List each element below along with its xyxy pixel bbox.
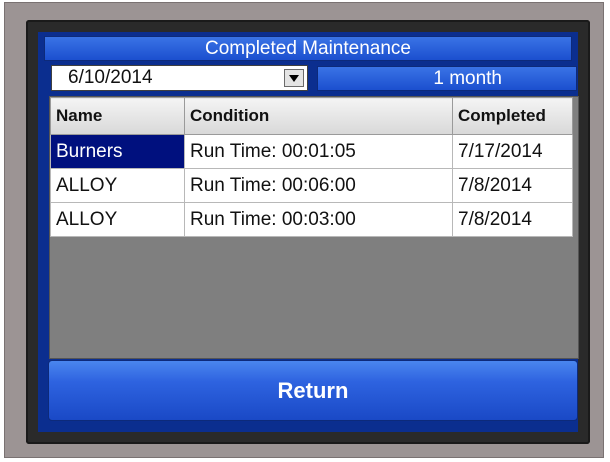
cell-completed[interactable]: 7/8/2014: [452, 168, 573, 203]
column-header-completed[interactable]: Completed: [452, 97, 573, 135]
cell-name[interactable]: ALLOY: [50, 202, 185, 237]
column-header-name[interactable]: Name: [50, 97, 185, 135]
cell-name[interactable]: Burners: [50, 134, 185, 169]
cell-name[interactable]: ALLOY: [50, 168, 185, 203]
range-button[interactable]: 1 month: [317, 66, 577, 91]
column-header-condition[interactable]: Condition: [184, 97, 453, 135]
dropdown-button[interactable]: [284, 69, 304, 87]
date-filter-value: 6/10/2014: [68, 67, 153, 88]
cell-completed[interactable]: 7/17/2014: [452, 134, 573, 169]
triangle-down-icon: [289, 74, 299, 82]
table-header-row: Name Condition Completed: [50, 97, 573, 135]
maintenance-table: Name Condition Completed Burners Run Tim…: [49, 96, 579, 359]
cell-completed[interactable]: 7/8/2014: [452, 202, 573, 237]
cell-condition[interactable]: Run Time: 00:06:00: [184, 168, 453, 203]
page-title: Completed Maintenance: [44, 36, 572, 61]
date-filter-select[interactable]: 6/10/2014: [51, 65, 308, 91]
table-row[interactable]: Burners Run Time: 00:01:05 7/17/2014: [50, 134, 573, 169]
cell-condition[interactable]: Run Time: 00:03:00: [184, 202, 453, 237]
cell-condition[interactable]: Run Time: 00:01:05: [184, 134, 453, 169]
return-button[interactable]: Return: [48, 360, 578, 421]
table-row[interactable]: ALLOY Run Time: 00:06:00 7/8/2014: [50, 168, 573, 203]
table-row[interactable]: ALLOY Run Time: 00:03:00 7/8/2014: [50, 202, 573, 237]
